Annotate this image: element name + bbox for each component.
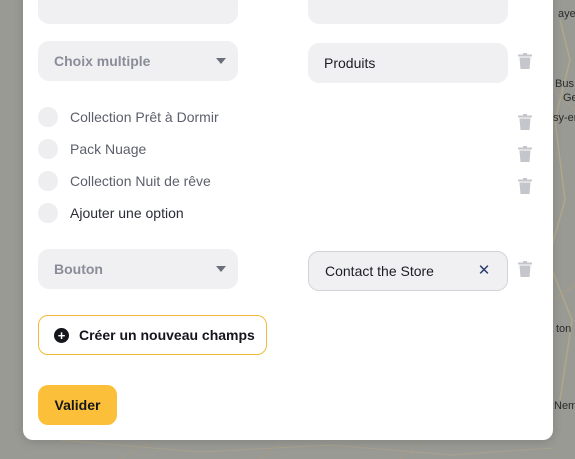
trash-icon[interactable] <box>518 53 532 69</box>
field-type-label: Choix multiple <box>54 53 151 69</box>
trash-icon[interactable] <box>518 146 532 162</box>
option-item[interactable]: Collection Nuit de rêve <box>38 170 211 192</box>
form-panel: Choix multiple Produits Collection Prêt … <box>23 0 553 440</box>
field-type-select-button[interactable]: Bouton <box>38 249 238 289</box>
trash-icon[interactable] <box>518 261 532 277</box>
plus-circle-icon: + <box>54 327 69 343</box>
option-item[interactable]: Pack Nuage <box>38 138 146 160</box>
validate-button[interactable]: Valider <box>38 385 117 425</box>
radio-button[interactable] <box>38 139 58 159</box>
previous-field-input[interactable] <box>308 0 508 24</box>
option-label: Collection Nuit de rêve <box>70 173 211 189</box>
map-label: ton <box>556 323 572 335</box>
map-label: Ge <box>563 92 575 104</box>
create-field-button[interactable]: + Créer un nouveau champs <box>38 315 267 355</box>
previous-type-select[interactable] <box>38 0 238 24</box>
trash-icon[interactable] <box>518 114 532 130</box>
map-label: sy-en <box>553 112 575 124</box>
close-icon[interactable]: ✕ <box>477 263 491 278</box>
trash-icon[interactable] <box>518 178 532 194</box>
create-field-label: Créer un nouveau champs <box>79 327 255 343</box>
add-option-item[interactable]: Ajouter une option <box>38 202 184 224</box>
option-label: Collection Prêt à Dormir <box>70 109 219 125</box>
validate-label: Valider <box>54 397 101 413</box>
add-option-label: Ajouter une option <box>70 205 184 221</box>
button-label-input[interactable]: Contact the Store ✕ <box>308 251 508 291</box>
option-item[interactable]: Collection Prêt à Dormir <box>38 106 219 128</box>
button-label-value: Contact the Store <box>325 263 434 279</box>
map-label: aye- <box>558 8 575 20</box>
chevron-down-icon <box>216 58 226 64</box>
radio-button[interactable] <box>38 203 58 223</box>
radio-button[interactable] <box>38 171 58 191</box>
map-label: Nem <box>554 400 575 412</box>
field-type-select-multiple[interactable]: Choix multiple <box>38 41 238 81</box>
chevron-down-icon <box>216 266 226 272</box>
field-type-label: Bouton <box>54 261 103 277</box>
field-name-input[interactable]: Produits <box>308 43 508 83</box>
map-label: Bus <box>555 78 574 90</box>
field-name-value: Produits <box>324 55 376 71</box>
radio-button[interactable] <box>38 107 58 127</box>
option-label: Pack Nuage <box>70 141 147 157</box>
